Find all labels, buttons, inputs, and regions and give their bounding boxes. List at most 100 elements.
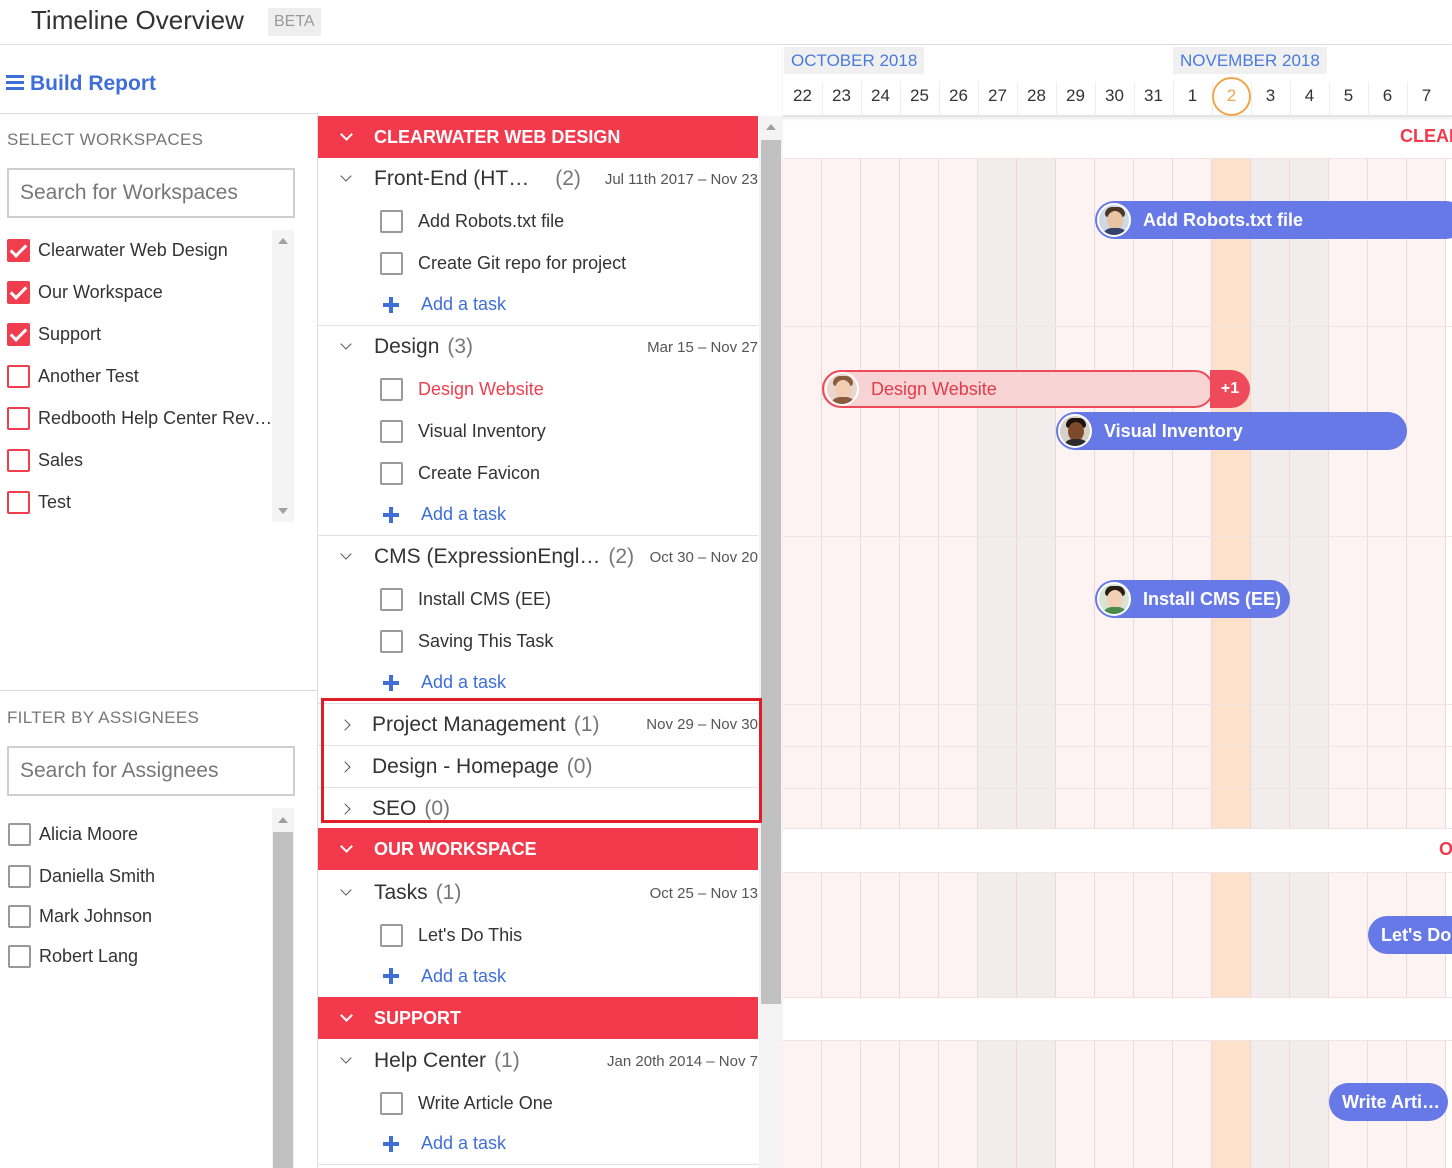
- assignee-item[interactable]: Mark Johnson: [8, 897, 268, 935]
- workspace-item[interactable]: Redbooth Help Center Rev…: [7, 397, 272, 439]
- checkbox-checked[interactable]: [7, 238, 30, 262]
- chevron-down-icon[interactable]: [318, 338, 374, 356]
- chevron-down-icon[interactable]: [318, 840, 374, 857]
- checkbox-unchecked[interactable]: [7, 448, 30, 472]
- chevron-down-icon[interactable]: [318, 1052, 374, 1070]
- chevron-down-icon[interactable]: [318, 548, 374, 566]
- task-bar-add-robots[interactable]: Add Robots.txt file: [1095, 201, 1452, 239]
- task-checkbox[interactable]: [380, 629, 403, 653]
- scroll-up-icon[interactable]: [278, 238, 288, 244]
- scroll-up-icon[interactable]: [766, 124, 776, 130]
- task-checkbox[interactable]: [380, 251, 403, 275]
- workspace-header-our-workspace[interactable]: OUR WORKSPACE: [318, 828, 758, 870]
- plus-icon[interactable]: [383, 1135, 399, 1152]
- task-bar-visual-inventory[interactable]: Visual Inventory: [1056, 412, 1407, 450]
- task-checkbox[interactable]: [380, 587, 403, 611]
- add-task-link[interactable]: Add a task: [421, 504, 506, 525]
- chevron-down-icon[interactable]: [318, 884, 374, 902]
- task-row[interactable]: Install CMS (EE): [318, 578, 758, 620]
- chevron-down-icon[interactable]: [318, 128, 374, 145]
- add-task-row[interactable]: Add a task: [318, 284, 758, 326]
- task-checkbox[interactable]: [380, 419, 403, 443]
- scrollbar-thumb[interactable]: [273, 832, 293, 1168]
- task-checkbox[interactable]: [380, 923, 403, 947]
- add-task-link[interactable]: Add a task: [421, 1133, 506, 1154]
- task-name[interactable]: Install CMS (EE): [418, 589, 551, 610]
- tasklist-group-row[interactable]: Design (3) Mar 15 – Nov 27: [318, 326, 758, 368]
- hamburger-icon: [6, 72, 24, 93]
- workspace-item[interactable]: Another Test: [7, 355, 267, 397]
- checkbox-unchecked[interactable]: [8, 864, 31, 888]
- assignee-search-input[interactable]: [7, 746, 295, 796]
- build-report-button[interactable]: Build Report: [6, 72, 156, 96]
- task-name[interactable]: Visual Inventory: [418, 421, 546, 442]
- task-row[interactable]: Create Git repo for project: [318, 242, 758, 284]
- scrollbar-thumb[interactable]: [761, 140, 781, 1004]
- task-row[interactable]: Saving This Task: [318, 620, 758, 662]
- assignee-item[interactable]: Robert Lang: [8, 935, 268, 977]
- workspace-list-scrollbar[interactable]: [272, 230, 294, 522]
- checkbox-unchecked[interactable]: [7, 490, 30, 514]
- chevron-down-icon[interactable]: [318, 170, 374, 188]
- workspace-search-input[interactable]: [7, 168, 295, 218]
- workspace-header-support[interactable]: SUPPORT: [318, 997, 758, 1039]
- checkbox-unchecked[interactable]: [8, 822, 31, 846]
- assignee-item[interactable]: Daniella Smith: [8, 855, 268, 897]
- tasklist-group-row[interactable]: Front-End (HT… (2) Jul 11th 2017 – Nov 2…: [318, 158, 758, 200]
- assignee-item[interactable]: Alicia Moore: [8, 813, 268, 855]
- checkbox-checked[interactable]: [7, 322, 30, 346]
- task-row[interactable]: Write Article One: [318, 1082, 758, 1124]
- task-name[interactable]: Create Favicon: [418, 463, 540, 484]
- add-task-link[interactable]: Add a task: [421, 966, 506, 987]
- add-task-link[interactable]: Add a task: [421, 672, 506, 693]
- tasklist-group-row[interactable]: Tasks (1) Oct 25 – Nov 13: [318, 872, 758, 914]
- workspace-item[interactable]: Support: [7, 313, 267, 355]
- checkbox-checked[interactable]: [7, 280, 30, 304]
- task-checkbox[interactable]: [380, 377, 403, 401]
- highlight-box: [321, 698, 762, 823]
- tasklist-group-row[interactable]: CMS (ExpressionEngl… (2) Oct 30 – Nov 20: [318, 536, 758, 578]
- task-bar-write-article[interactable]: Write Arti…: [1329, 1083, 1448, 1121]
- task-row[interactable]: Add Robots.txt file: [318, 200, 758, 242]
- task-bar-install-cms[interactable]: Install CMS (EE): [1095, 580, 1290, 618]
- plus-icon[interactable]: [383, 506, 399, 523]
- add-task-link[interactable]: Add a task: [421, 294, 506, 315]
- workspace-item[interactable]: Clearwater Web Design: [7, 229, 267, 271]
- checkbox-unchecked[interactable]: [7, 364, 30, 388]
- workspace-label: Sales: [38, 449, 84, 470]
- task-row[interactable]: Let's Do This: [318, 914, 758, 956]
- task-name[interactable]: Saving This Task: [418, 631, 553, 652]
- add-task-row[interactable]: Add a task: [318, 494, 758, 536]
- task-checkbox[interactable]: [380, 209, 403, 233]
- add-task-row[interactable]: Add a task: [318, 1123, 758, 1165]
- task-name[interactable]: Write Article One: [418, 1093, 553, 1114]
- tasklist-group-row[interactable]: Help Center (1) Jan 20th 2014 – Nov 7: [318, 1040, 758, 1082]
- task-checkbox[interactable]: [380, 1091, 403, 1115]
- task-name[interactable]: Design Website: [418, 379, 544, 400]
- checkbox-unchecked[interactable]: [8, 944, 31, 968]
- chevron-down-icon[interactable]: [318, 1009, 374, 1026]
- task-row[interactable]: Visual Inventory: [318, 410, 758, 452]
- workspace-item[interactable]: Test: [7, 481, 267, 523]
- task-row[interactable]: Create Favicon: [318, 452, 758, 494]
- scroll-up-icon[interactable]: [278, 817, 288, 823]
- checkbox-unchecked[interactable]: [7, 406, 30, 430]
- task-checkbox[interactable]: [380, 461, 403, 485]
- timeline-row-line: [783, 158, 1452, 159]
- task-bar-design-website[interactable]: Design Website: [822, 370, 1214, 408]
- task-row[interactable]: Design Website: [318, 368, 758, 410]
- workspace-item[interactable]: Sales: [7, 439, 267, 481]
- task-name[interactable]: Create Git repo for project: [418, 253, 626, 274]
- scroll-down-icon[interactable]: [278, 508, 288, 514]
- plus-icon[interactable]: [383, 968, 399, 984]
- workspace-header-clearwater[interactable]: CLEARWATER WEB DESIGN: [318, 116, 758, 158]
- extra-tasks-badge[interactable]: +1: [1210, 370, 1250, 408]
- task-name[interactable]: Let's Do This: [418, 925, 522, 946]
- checkbox-unchecked[interactable]: [8, 904, 31, 928]
- task-bar-lets-do-this[interactable]: Let's Do This: [1368, 916, 1452, 954]
- plus-icon[interactable]: [383, 296, 399, 313]
- plus-icon[interactable]: [383, 674, 399, 691]
- workspace-item[interactable]: Our Workspace: [7, 271, 267, 313]
- add-task-row[interactable]: Add a task: [318, 955, 758, 997]
- task-name[interactable]: Add Robots.txt file: [418, 211, 564, 232]
